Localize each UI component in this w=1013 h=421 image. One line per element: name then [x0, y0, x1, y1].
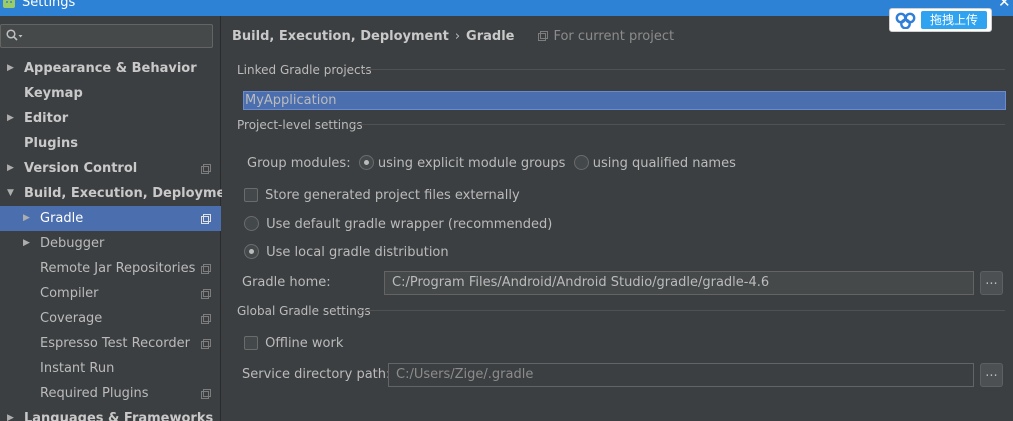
sidebar-item-label: Languages & Frameworks [24, 411, 214, 421]
sidebar-item-languages-frameworks[interactable]: ▶ Languages & Frameworks [0, 406, 221, 421]
close-icon[interactable]: ✕ [998, 0, 1011, 10]
sidebar-item-label: Keymap [24, 86, 83, 101]
project-scope-icon [538, 31, 549, 41]
gradle-home-browse-button[interactable]: ... [980, 271, 1003, 295]
project-scope-icon [201, 264, 211, 274]
sidebar-item-label: Debugger [40, 236, 105, 251]
expand-arrow-icon[interactable]: ▶ [23, 206, 30, 231]
sidebar-item-keymap[interactable]: Keymap [0, 81, 221, 106]
project-scope-icon [201, 164, 211, 174]
radio-default-wrapper[interactable] [244, 216, 259, 231]
sidebar-item-label: Gradle [40, 211, 84, 226]
sidebar-item-label: Editor [24, 111, 69, 126]
linked-projects-title: Linked Gradle projects [237, 63, 372, 77]
expand-arrow-icon[interactable]: ▶ [7, 406, 14, 421]
sidebar-item-label: Appearance & Behavior [24, 61, 197, 76]
sidebar-item-instant-run[interactable]: Instant Run [0, 356, 221, 381]
radio-local-distribution[interactable] [244, 244, 259, 259]
window-title: Settings [22, 0, 76, 10]
linked-project-name: MyApplication [245, 93, 337, 108]
sidebar-item-label: Instant Run [40, 361, 115, 376]
service-dir-field[interactable]: C:/Users/Zige/.gradle [388, 363, 974, 387]
sidebar-item-editor[interactable]: ▶ Editor [0, 106, 221, 131]
sidebar-item-label: Build, Execution, Deployment [24, 186, 241, 201]
breadcrumb-parent[interactable]: Build, Execution, Deployment [232, 29, 449, 44]
sidebar-item-espresso-test-recorder[interactable]: Espresso Test Recorder [0, 331, 221, 356]
expand-arrow-icon[interactable]: ▶ [7, 156, 14, 181]
store-externally-label[interactable]: Store generated project files externally [265, 188, 520, 203]
gradle-home-field[interactable]: C:/Program Files/Android/Android Studio/… [384, 271, 974, 295]
sidebar-item-label: Espresso Test Recorder [40, 336, 190, 351]
sidebar-item-appearance-behavior[interactable]: ▶ Appearance & Behavior [0, 56, 221, 81]
project-scope-icon [201, 339, 211, 349]
project-scope-icon [201, 289, 211, 299]
drag-upload-button[interactable]: 拖拽上传 [921, 11, 987, 29]
section-divider [362, 69, 1005, 70]
android-studio-icon [3, 0, 15, 8]
offline-work-label[interactable]: Offline work [265, 336, 343, 351]
radio-local-distribution-label[interactable]: Use local gradle distribution [266, 245, 448, 260]
global-settings-title: Global Gradle settings [237, 304, 371, 318]
expand-arrow-icon[interactable]: ▶ [23, 231, 30, 256]
sidebar-item-label: Required Plugins [40, 386, 149, 401]
sidebar-item-version-control[interactable]: ▶ Version Control [0, 156, 221, 181]
breadcrumb-separator: › [454, 29, 461, 44]
radio-qualified-names-label[interactable]: using qualified names [593, 156, 736, 171]
scope-label: For current project [553, 29, 675, 44]
collapse-arrow-icon[interactable]: ▼ [7, 181, 14, 206]
radio-explicit-groups[interactable] [358, 155, 374, 170]
expand-arrow-icon[interactable]: ▶ [7, 106, 14, 131]
project-scope-icon [201, 214, 211, 224]
sidebar-item-build-execution-deployment[interactable]: ▼ Build, Execution, Deployment [0, 181, 241, 206]
expand-arrow-icon[interactable]: ▶ [7, 56, 14, 81]
project-scope-icon [201, 389, 211, 399]
window-titlebar: Settings ✕ [0, 0, 1013, 16]
radio-default-wrapper-label[interactable]: Use default gradle wrapper (recommended) [266, 217, 552, 232]
sidebar-item-remote-jar-repositories[interactable]: Remote Jar Repositories [0, 256, 221, 281]
sidebar-item-gradle[interactable]: ▶ Gradle [0, 206, 221, 231]
breadcrumb: Build, Execution, Deployment › Gradle For c… [232, 29, 674, 44]
sidebar-item-plugins[interactable]: Plugins [0, 131, 221, 156]
sidebar-item-label: Plugins [24, 136, 78, 151]
breadcrumb-current: Gradle [466, 29, 515, 44]
gradle-home-label: Gradle home: [242, 275, 331, 290]
sidebar-item-label: Remote Jar Repositories [40, 261, 196, 276]
section-divider [358, 310, 1005, 311]
store-externally-checkbox[interactable] [244, 188, 258, 202]
offline-work-row[interactable]: Offline work [244, 336, 343, 351]
section-divider [352, 124, 1005, 125]
search-input[interactable] [0, 24, 213, 48]
sidebar-item-label: Version Control [24, 161, 138, 176]
sidebar-item-debugger[interactable]: ▶ Debugger [0, 231, 221, 256]
sidebar-item-label: Compiler [40, 286, 99, 301]
service-dir-browse-button[interactable]: ... [980, 363, 1003, 387]
upload-widget[interactable]: 拖拽上传 [889, 8, 992, 32]
service-dir-label: Service directory path: [242, 367, 391, 382]
group-modules-label: Group modules: [247, 156, 351, 171]
search-icon [6, 29, 23, 41]
sidebar-item-required-plugins[interactable]: Required Plugins [0, 381, 221, 406]
project-scope-icon [201, 314, 211, 324]
sidebar-item-coverage[interactable]: Coverage [0, 306, 221, 331]
group-modules-row: Group modules: using explicit module gro… [247, 155, 736, 171]
local-distribution-row[interactable]: Use local gradle distribution [244, 244, 449, 260]
radio-explicit-groups-label[interactable]: using explicit module groups [378, 156, 566, 171]
linked-project-item[interactable]: MyApplication [243, 91, 1006, 110]
settings-content: Build, Execution, Deployment › Gradle For c… [222, 16, 1013, 421]
store-externally-row[interactable]: Store generated project files externally [244, 188, 520, 203]
sidebar-item-compiler[interactable]: Compiler [0, 281, 221, 306]
radio-qualified-names[interactable] [573, 155, 589, 170]
default-wrapper-row[interactable]: Use default gradle wrapper (recommended) [244, 216, 552, 232]
sidebar-item-label: Coverage [40, 311, 103, 326]
settings-sidebar: ▶ Appearance & Behavior Keymap ▶ Editor … [0, 16, 241, 421]
cloud-upload-icon [895, 12, 916, 29]
offline-work-checkbox[interactable] [244, 336, 258, 350]
project-level-title: Project-level settings [237, 118, 363, 132]
